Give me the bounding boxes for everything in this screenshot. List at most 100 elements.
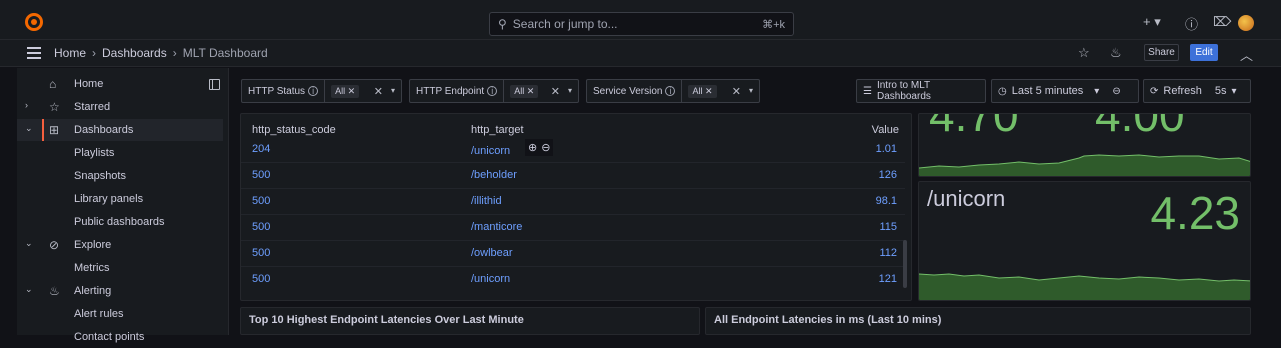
- refresh-interval[interactable]: 5s: [1215, 85, 1227, 97]
- cell-value: 112: [879, 247, 897, 259]
- sidebar-item-starred[interactable]: › ☆ Starred: [17, 96, 223, 118]
- column-header-value[interactable]: Value: [872, 124, 899, 136]
- table-row[interactable]: 500 /unicorn 121: [241, 266, 905, 292]
- sidebar-item-explore[interactable]: ⌄ ⊘ Explore: [17, 234, 223, 256]
- clear-icon[interactable]: ✕: [374, 85, 383, 98]
- cell-target[interactable]: /owlbear: [471, 247, 513, 259]
- refresh-button[interactable]: ⟳ Refresh 5s ▾: [1143, 79, 1251, 103]
- cell-target[interactable]: /illithid: [471, 195, 502, 207]
- variable-value[interactable]: All ✕: [510, 84, 539, 98]
- http-status-variable[interactable]: HTTP Status i All ✕ ✕ ▾: [241, 79, 402, 103]
- sidebar-item-label: Contact points: [74, 331, 145, 343]
- breadcrumb-bar: Home › Dashboards › MLT Dashboard ☆ ♨ ︿: [0, 40, 1281, 67]
- cell-target[interactable]: /manticore: [471, 221, 522, 233]
- chevron-down-icon[interactable]: ⌄: [25, 238, 33, 249]
- stat-panel-unicorn: /unicorn 4.23: [918, 181, 1251, 301]
- zoom-out-icon[interactable]: ⊖: [1112, 86, 1120, 97]
- variable-value[interactable]: All ✕: [688, 84, 717, 98]
- cell-target[interactable]: /beholder: [471, 169, 517, 181]
- compass-icon: ⊘: [49, 238, 60, 252]
- help-icon[interactable]: ⓘ: [1185, 14, 1198, 33]
- info-icon: i: [487, 86, 498, 96]
- sidebar-item-label: Dashboards: [74, 124, 134, 136]
- sidebar-item-alert-rules[interactable]: Alert rules: [17, 303, 223, 325]
- zoom-in-icon[interactable]: ⊕: [528, 141, 537, 154]
- panel-title[interactable]: Top 10 Highest Endpoint Latencies Over L…: [249, 314, 524, 326]
- cell-actions: ⊕ ⊖: [525, 139, 554, 156]
- sidebar-item-metrics[interactable]: Metrics: [17, 257, 223, 279]
- search-icon: ⚲: [498, 17, 507, 31]
- intro-dashboards-link[interactable]: ☰ Intro to MLT Dashboards: [856, 79, 986, 103]
- sparkline-area: [919, 274, 1250, 300]
- add-icon[interactable]: + ▾: [1143, 14, 1161, 30]
- http-endpoint-variable[interactable]: HTTP Endpoint i All ✕ ✕ ▾: [409, 79, 579, 103]
- cell-status: 500: [252, 273, 271, 285]
- cell-target[interactable]: /unicorn: [471, 273, 510, 285]
- sidebar-item-label: Public dashboards: [74, 216, 165, 228]
- sidebar-item-label: Metrics: [74, 262, 110, 274]
- top-latencies-panel: Top 10 Highest Endpoint Latencies Over L…: [240, 307, 700, 335]
- star-icon: ☆: [49, 100, 60, 114]
- table-scrollbar[interactable]: [903, 240, 907, 288]
- avatar[interactable]: [1238, 15, 1254, 31]
- table-row[interactable]: 500 /illithid 98.1: [241, 188, 905, 214]
- refresh-icon: ⟳: [1150, 85, 1159, 97]
- breadcrumb-home[interactable]: Home: [54, 46, 86, 60]
- table-row[interactable]: 500 /manticore 115: [241, 214, 905, 240]
- grid-icon: ⊞: [49, 123, 60, 137]
- sidebar-item-snapshots[interactable]: Snapshots: [17, 165, 223, 187]
- sidebar-item-home[interactable]: ⌂ Home: [17, 73, 223, 95]
- chevron-down-icon[interactable]: ▾: [391, 86, 395, 95]
- sidebar-item-label: Home: [74, 78, 104, 90]
- sidebar-item-contact-points[interactable]: Contact points: [17, 326, 223, 348]
- sidebar-item-label: Starred: [74, 101, 111, 113]
- sidebar-item-label: Explore: [74, 239, 112, 251]
- edit-button[interactable]: Edit: [1190, 44, 1218, 61]
- sidebar-item-dashboards[interactable]: ⌄ ⊞ Dashboards: [17, 119, 223, 141]
- cell-value: 1.01: [875, 143, 897, 155]
- sidebar-item-label: Playlists: [74, 147, 115, 159]
- cell-status: 500: [252, 195, 271, 207]
- zoom-out-icon[interactable]: ⊖: [541, 141, 550, 154]
- table-row[interactable]: 500 /owlbear 112: [241, 240, 905, 266]
- grafana-logo-icon[interactable]: [25, 13, 43, 31]
- search-input[interactable]: ⚲ Search or jump to... ⌘+k: [489, 12, 794, 36]
- stat-panel-top: 4.70 4.00: [918, 113, 1251, 177]
- chevron-down-icon[interactable]: ⌄: [25, 284, 33, 295]
- news-icon[interactable]: ⌦: [1213, 14, 1231, 30]
- list-icon: ☰: [863, 85, 872, 97]
- panel-title[interactable]: All Endpoint Latencies in ms (Last 10 mi…: [714, 314, 941, 326]
- chevron-down-icon[interactable]: ▾: [568, 86, 572, 95]
- sidebar-item-library-panels[interactable]: Library panels: [17, 188, 223, 210]
- variable-value[interactable]: All ✕: [331, 84, 360, 98]
- column-header-status[interactable]: http_status_code: [252, 124, 336, 136]
- sidebar-item-label: Library panels: [74, 193, 144, 205]
- variable-label: Service Version i: [587, 80, 683, 102]
- breadcrumb-dashboards[interactable]: Dashboards: [102, 46, 167, 60]
- share-button[interactable]: Share: [1144, 44, 1179, 61]
- cell-status: 500: [252, 221, 271, 233]
- clear-icon[interactable]: ✕: [732, 85, 741, 98]
- star-icon[interactable]: ☆: [1078, 45, 1090, 61]
- chevron-down-icon[interactable]: ▾: [749, 86, 753, 95]
- sparkline-chart: [919, 273, 1250, 300]
- sidebar-item-playlists[interactable]: Playlists: [17, 142, 223, 164]
- chevron-down-icon[interactable]: ⌄: [25, 123, 33, 134]
- variable-label: HTTP Status i: [242, 80, 326, 102]
- sidebar-item-public-dashboards[interactable]: Public dashboards: [17, 211, 223, 233]
- table-row[interactable]: 204 /unicorn ⊕ ⊖ 1.01: [241, 137, 905, 163]
- column-header-target[interactable]: http_target: [471, 124, 524, 136]
- table-row[interactable]: 500 /beholder 126: [241, 162, 905, 188]
- time-range-picker[interactable]: ◷ Last 5 minutes ▾ ⊖: [991, 79, 1139, 103]
- cell-status: 500: [252, 169, 271, 181]
- stat-value: 4.00: [1095, 113, 1185, 141]
- cell-target[interactable]: /unicorn: [471, 145, 510, 157]
- collapse-icon[interactable]: ︿: [1240, 45, 1253, 64]
- bell-icon[interactable]: ♨: [1110, 45, 1122, 61]
- menu-icon[interactable]: [27, 47, 41, 62]
- sidebar-item-alerting[interactable]: ⌄ ♨ Alerting: [17, 280, 223, 302]
- clear-icon[interactable]: ✕: [551, 85, 560, 98]
- service-version-variable[interactable]: Service Version i All ✕ ✕ ▾: [586, 79, 760, 103]
- chevron-right-icon[interactable]: ›: [25, 100, 28, 110]
- variables-bar: HTTP Status i All ✕ ✕ ▾ HTTP Endpoint i Al…: [230, 68, 1281, 112]
